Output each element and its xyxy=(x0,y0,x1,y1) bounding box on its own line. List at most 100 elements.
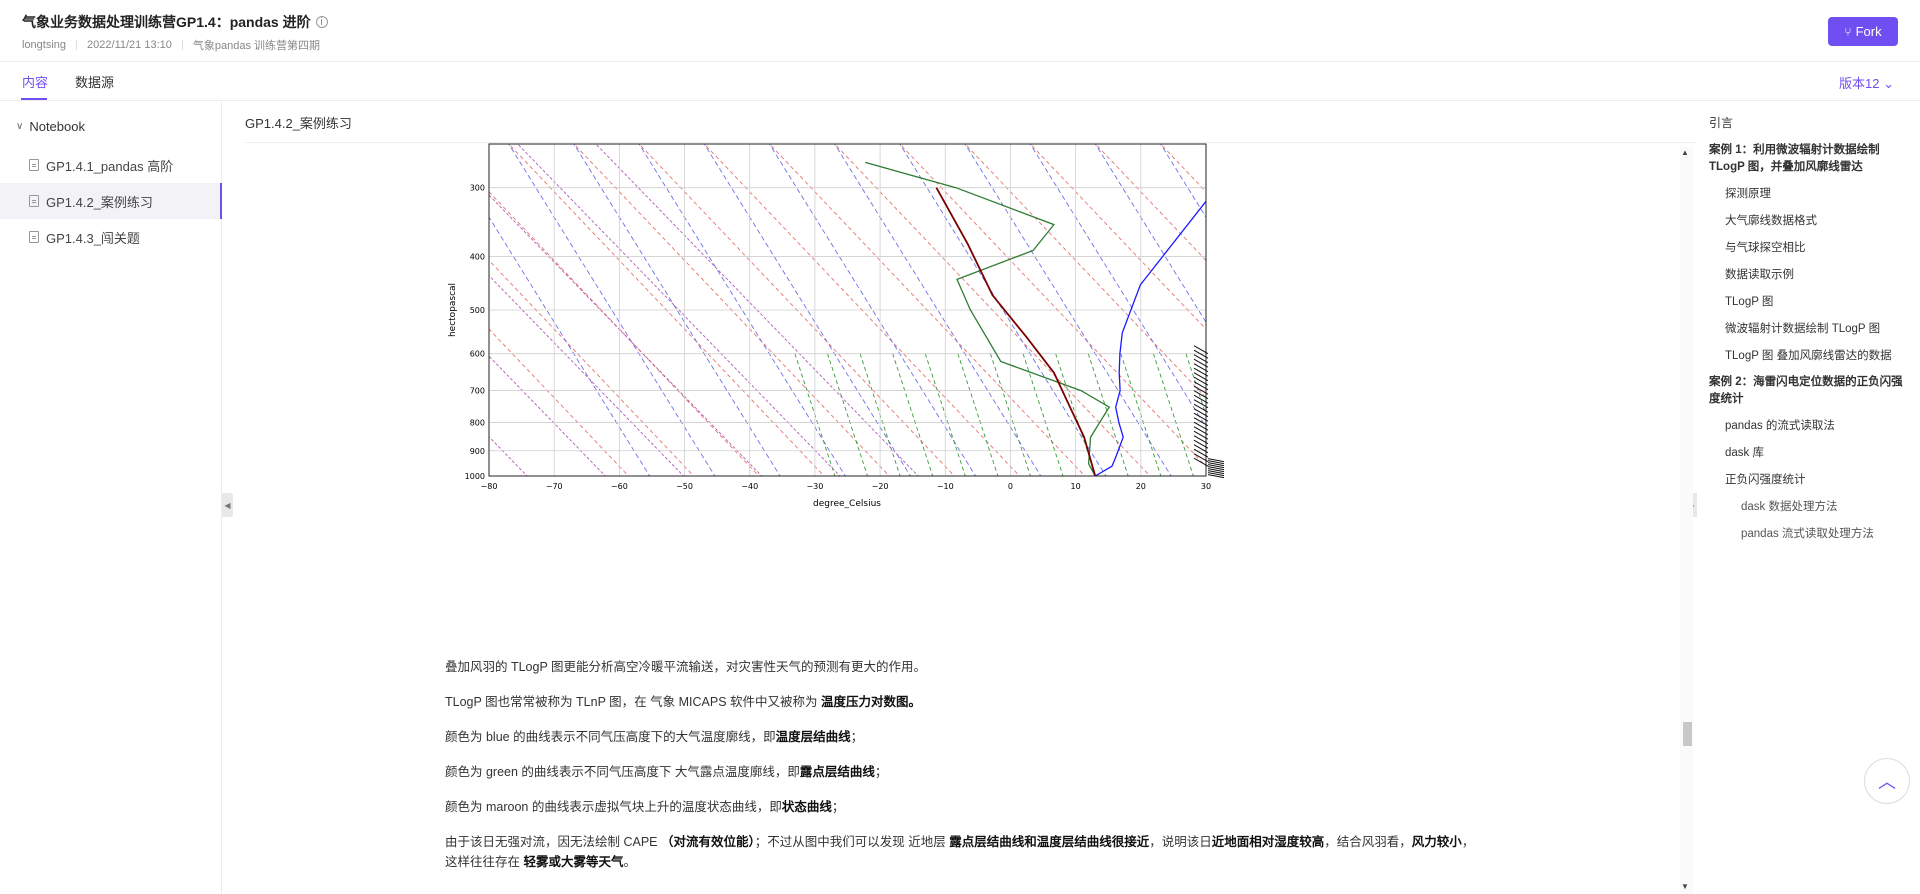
paragraph: 颜色为 maroon 的曲线表示虚拟气块上升的温度状态曲线，即状态曲线； xyxy=(445,797,1475,817)
notebook-section-toggle[interactable]: ∨ Notebook xyxy=(16,119,85,134)
bold-text: 轻雾或大雾等天气 xyxy=(523,855,624,869)
moist-adiabat-line xyxy=(964,144,1172,476)
toc-item[interactable]: 与气球探空相比 xyxy=(1725,240,1910,257)
version-label: 版本12 xyxy=(1839,76,1880,91)
sidebar-item-gp143[interactable]: GP1.4.3_闯关题 xyxy=(0,219,222,255)
y-tick-label: 600 xyxy=(470,350,485,359)
dry-adiabat-line xyxy=(1112,142,1683,622)
moist-adiabat-line xyxy=(899,144,1107,476)
moist-adiabat-line xyxy=(508,144,716,476)
y-tick-label: 700 xyxy=(470,387,485,396)
toc-item[interactable]: pandas 流式读取处理方法 xyxy=(1741,526,1911,543)
dry-adiabat-line xyxy=(1094,144,1206,262)
text-span: TLogP 图也常常被称为 TLnP 图，在 气象 MICAPS 软件中又被称为 xyxy=(445,695,818,709)
fork-label: Fork xyxy=(1855,24,1882,39)
moist-adiabat-line xyxy=(1623,142,1683,556)
file-icon xyxy=(29,195,39,207)
dry-adiabat-line xyxy=(1160,144,1206,193)
bold-text: （对流有效位能） xyxy=(661,835,755,849)
text-span: 颜色为 blue 的曲线表示不同气压高度下的大气温度廓线，即 xyxy=(445,730,776,744)
y-tick-label: 900 xyxy=(470,447,485,456)
meta-divider xyxy=(181,40,183,50)
skewt-chart-container: −80 −70 −60 −50 −40 −30 −20 −10 0 10 20 30 300 400 500… xyxy=(223,142,1683,622)
chevron-down-icon: ⌄ xyxy=(1883,76,1894,91)
toc-item[interactable]: dask 数据处理方法 xyxy=(1741,499,1911,516)
moist-adiabat-line xyxy=(834,144,1042,476)
toc-item[interactable]: 正负闪强度统计 xyxy=(1725,472,1910,489)
moist-adiabat-line xyxy=(1362,142,1683,556)
bold-text: 温度层结曲线 xyxy=(775,730,851,744)
x-tick-label: −40 xyxy=(741,482,758,491)
meta-row: longtsing 2022/11/21 13:10 气象pandas 训练营第… xyxy=(22,37,320,53)
y-tick-label: 300 xyxy=(470,184,485,193)
dry-adiabat-line xyxy=(573,144,890,476)
sidebar-item-label: GP1.4.3_闯关题 xyxy=(46,230,140,246)
scroll-up-arrow[interactable]: ▲ xyxy=(1681,148,1689,157)
text-span: ； xyxy=(874,765,888,779)
bold-text: 风力较小 xyxy=(1411,835,1462,849)
profile-series-line xyxy=(935,187,1097,476)
tab-datasource[interactable]: 数据源 xyxy=(75,72,114,91)
version-select[interactable]: 版本12 ⌄ xyxy=(1839,73,1894,92)
sidebar-item-gp141[interactable]: GP1.4.1_pandas 高阶 xyxy=(0,147,222,183)
dry-adiabat-line xyxy=(489,259,695,476)
dry-adiabat-line xyxy=(1029,144,1206,330)
scrollbar-thumb[interactable] xyxy=(1683,722,1692,746)
publish-date: 2022/11/21 13:10 xyxy=(87,39,172,51)
toc-item[interactable]: TLogP 图 xyxy=(1725,294,1910,311)
toc-item[interactable]: 案例 1：利用微波辐射计数据绘制 TLogP 图，并叠加风廓线雷达 xyxy=(1709,142,1909,176)
moist-adiabat-line xyxy=(1427,142,1683,556)
moist-adiabat-line xyxy=(1029,144,1206,429)
paragraph: TLogP 图也常常被称为 TLnP 图，在 气象 MICAPS 软件中又被称为… xyxy=(445,692,1475,712)
tab-bar: 内容 数据源 版本12 ⌄ xyxy=(0,62,1920,101)
info-icon[interactable]: i xyxy=(315,16,328,28)
text-span: ； xyxy=(850,730,864,744)
tab-content[interactable]: 内容 xyxy=(22,72,48,91)
moist-adiabat-line xyxy=(489,216,651,476)
sidebar-item-gp142[interactable]: GP1.4.2_案例练习 xyxy=(0,183,222,219)
cell-title: GP1.4.2_案例练习 xyxy=(245,116,352,131)
toc-item[interactable]: 微波辐射计数据绘制 TLogP 图 xyxy=(1725,321,1910,338)
toc-item[interactable]: dask 库 xyxy=(1725,445,1910,462)
x-axis-label: degree_Celsius xyxy=(813,499,881,509)
scrollbar-track[interactable] xyxy=(1680,147,1693,894)
text-span: 由于该日无强对流，因无法绘制 CAPE xyxy=(445,835,658,849)
toc-item[interactable]: TLogP 图 叠加风廓线雷达的数据 xyxy=(1725,348,1910,365)
toc-item[interactable]: 数据读取示例 xyxy=(1725,267,1910,284)
page-title: 气象业务数据处理训练营GP1.4：pandas 进阶 xyxy=(22,14,311,30)
dry-adiabat-line xyxy=(1242,142,1683,622)
project-link[interactable]: 气象pandas 训练营第四期 xyxy=(193,37,320,53)
back-to-top-button[interactable]: ︿ xyxy=(1864,758,1910,804)
y-tick-label: 1000 xyxy=(465,472,485,481)
paragraph: 叠加风羽的 TLogP 图更能分析高空冷暖平流输送，对灾害性天气的预测有更大的作… xyxy=(445,660,927,674)
file-icon xyxy=(29,159,39,171)
x-tick-label: −60 xyxy=(611,482,628,491)
profile-series-line xyxy=(865,161,1111,476)
x-tick-label: −20 xyxy=(872,482,889,491)
toc-title: 引言 xyxy=(1709,116,1734,130)
moist-adiabat-line xyxy=(1232,142,1612,556)
toc-item[interactable]: pandas 的流式读取法 xyxy=(1725,418,1910,435)
toc-item[interactable]: 大气廓线数据格式 xyxy=(1725,213,1910,230)
toc-item[interactable]: 案例 2：海雷闪电定位数据的正负闪强度统计 xyxy=(1709,374,1909,408)
active-tab-indicator xyxy=(21,98,47,100)
dry-adiabat-line xyxy=(1177,142,1683,622)
moist-adiabat-line xyxy=(638,144,846,476)
text-span: ； xyxy=(831,800,845,814)
bold-text: 温度压力对数图。 xyxy=(821,695,922,709)
scroll-down-arrow[interactable]: ▼ xyxy=(1681,882,1689,891)
moist-adiabat-line xyxy=(573,144,781,476)
moist-adiabat-line xyxy=(1160,144,1206,219)
paragraph: 颜色为 green 的曲线表示不同气压高度下 大气露点温度廓线，即露点层结曲线； xyxy=(445,762,1475,782)
text-span: 。 xyxy=(623,855,637,869)
toc-item[interactable]: 探测原理 xyxy=(1725,186,1910,203)
paragraph: 由于该日无强对流，因无法绘制 CAPE （对流有效位能）；不过从图中我们可以发现… xyxy=(445,832,1475,872)
fork-button[interactable]: ⑂ Fork xyxy=(1828,17,1898,46)
main-content: GP1.4.2_案例练习 −80 −70 −60 −50 −40 −30 −20 −10 0 10… xyxy=(223,102,1698,894)
isotherm-line xyxy=(223,142,468,496)
x-tick-label: 0 xyxy=(1008,482,1013,491)
author-link[interactable]: longtsing xyxy=(22,39,66,51)
dry-adiabat-line xyxy=(638,144,956,476)
chevron-down-icon: ∨ xyxy=(16,121,24,132)
isotherm-line xyxy=(489,355,606,476)
